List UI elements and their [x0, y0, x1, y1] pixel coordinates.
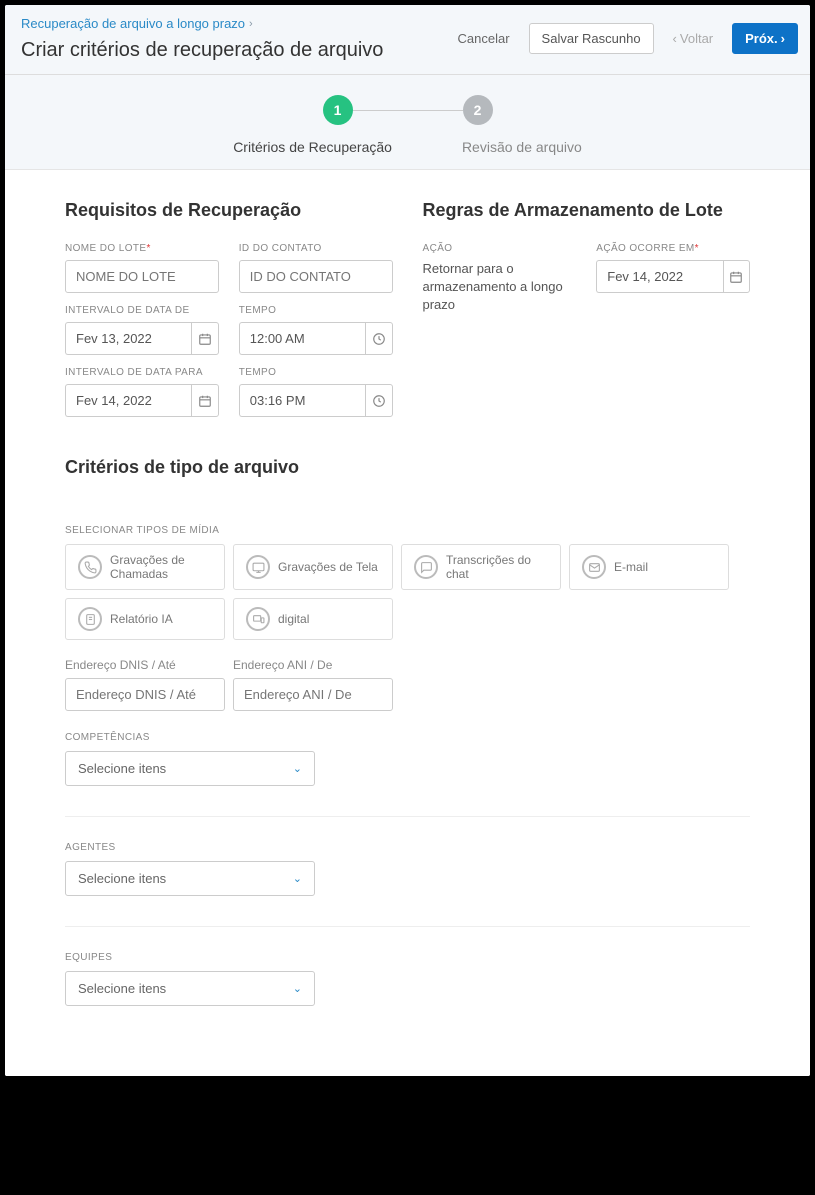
step-1-circle[interactable]: 1: [323, 95, 353, 125]
time-to-input[interactable]: [239, 384, 365, 417]
back-label: Voltar: [680, 31, 713, 46]
phone-icon: [78, 555, 102, 579]
calendar-icon[interactable]: [723, 260, 750, 293]
breadcrumb[interactable]: Recuperação de arquivo a longo prazo ›: [21, 16, 253, 31]
date-to-label: INTERVALO DE DATA PARA: [65, 367, 219, 378]
lot-name-input[interactable]: [65, 260, 219, 293]
file-criteria-heading: Critérios de tipo de arquivo: [65, 457, 750, 478]
media-digital[interactable]: digital: [233, 598, 393, 640]
breadcrumb-label: Recuperação de arquivo a longo prazo: [21, 16, 245, 31]
devices-icon: [246, 607, 270, 631]
date-from-input[interactable]: [65, 322, 191, 355]
media-label: Transcrições do chat: [446, 553, 548, 581]
media-label: Gravações de Chamadas: [110, 553, 212, 581]
mail-icon: [582, 555, 606, 579]
chevron-left-icon: ‹: [673, 31, 677, 46]
media-email[interactable]: E-mail: [569, 544, 729, 590]
media-label: Relatório IA: [110, 612, 173, 626]
report-icon: [78, 607, 102, 631]
back-button: ‹ Voltar: [660, 23, 727, 54]
skills-placeholder: Selecione itens: [78, 761, 166, 776]
step-1-label: Critérios de Recuperação: [233, 139, 392, 155]
form-body: Requisitos de Recuperação NOME DO LOTE* …: [5, 170, 810, 1076]
media-call-recordings[interactable]: Gravações de Chamadas: [65, 544, 225, 590]
media-type-grid: Gravações de Chamadas Gravações de Tela …: [65, 544, 750, 640]
agents-select[interactable]: Selecione itens ⌄: [65, 861, 315, 896]
dnis-input[interactable]: [65, 678, 225, 711]
divider: [65, 816, 750, 817]
media-chat-transcripts[interactable]: Transcrições do chat: [401, 544, 561, 590]
rules-heading: Regras de Armazenamento de Lote: [423, 200, 751, 221]
agents-placeholder: Selecione itens: [78, 871, 166, 886]
save-draft-button[interactable]: Salvar Rascunho: [529, 23, 654, 54]
action-text: Retornar para o armazenamento a longo pr…: [423, 260, 577, 315]
skills-select[interactable]: Selecione itens ⌄: [65, 751, 315, 786]
teams-label: EQUIPES: [65, 952, 112, 963]
chevron-down-icon: ⌄: [293, 872, 302, 885]
clock-icon[interactable]: [365, 322, 392, 355]
date-from-label: INTERVALO DE DATA DE: [65, 305, 219, 316]
stepper: 1 2 Critérios de Recuperação Revisão de …: [5, 75, 810, 170]
page-header: Recuperação de arquivo a longo prazo › C…: [5, 5, 810, 75]
clock-icon[interactable]: [365, 384, 392, 417]
calendar-icon[interactable]: [191, 322, 218, 355]
time-to-label: TEMPO: [239, 367, 393, 378]
recovery-heading: Requisitos de Recuperação: [65, 200, 393, 221]
chevron-down-icon: ⌄: [293, 762, 302, 775]
skills-label: COMPETÊNCIAS: [65, 732, 150, 743]
top-actions: Cancelar Salvar Rascunho ‹ Voltar Próx. …: [445, 23, 798, 54]
divider: [65, 926, 750, 927]
teams-placeholder: Selecione itens: [78, 981, 166, 996]
step-2-label: Revisão de arquivo: [462, 139, 582, 155]
media-label: Gravações de Tela: [278, 560, 378, 574]
media-ia-report[interactable]: Relatório IA: [65, 598, 225, 640]
date-to-input[interactable]: [65, 384, 191, 417]
occurs-input[interactable]: [596, 260, 722, 293]
next-label: Próx.: [745, 31, 778, 46]
step-line: [353, 110, 463, 111]
agents-label: AGENTES: [65, 842, 116, 853]
lot-name-label: NOME DO LOTE*: [65, 243, 219, 254]
time-from-input[interactable]: [239, 322, 365, 355]
cancel-button[interactable]: Cancelar: [445, 23, 523, 54]
contact-id-input[interactable]: [239, 260, 393, 293]
media-types-label: SELECIONAR TIPOS DE MÍDIA: [65, 525, 219, 536]
chevron-right-icon: ›: [249, 18, 253, 30]
step-2-circle[interactable]: 2: [463, 95, 493, 125]
contact-id-label: ID DO CONTATO: [239, 243, 393, 254]
dnis-label: Endereço DNIS / Até: [65, 658, 225, 672]
chevron-down-icon: ⌄: [293, 982, 302, 995]
media-label: digital: [278, 612, 309, 626]
media-screen-recordings[interactable]: Gravações de Tela: [233, 544, 393, 590]
teams-select[interactable]: Selecione itens ⌄: [65, 971, 315, 1006]
next-button[interactable]: Próx. ›: [732, 23, 798, 54]
ani-input[interactable]: [233, 678, 393, 711]
media-label: E-mail: [614, 560, 648, 574]
chat-icon: [414, 555, 438, 579]
calendar-icon[interactable]: [191, 384, 218, 417]
occurs-label: AÇÃO OCORRE EM*: [596, 243, 750, 254]
action-label: AÇÃO: [423, 243, 577, 254]
monitor-icon: [246, 555, 270, 579]
ani-label: Endereço ANI / De: [233, 658, 393, 672]
time-from-label: TEMPO: [239, 305, 393, 316]
chevron-right-icon: ›: [781, 31, 785, 46]
